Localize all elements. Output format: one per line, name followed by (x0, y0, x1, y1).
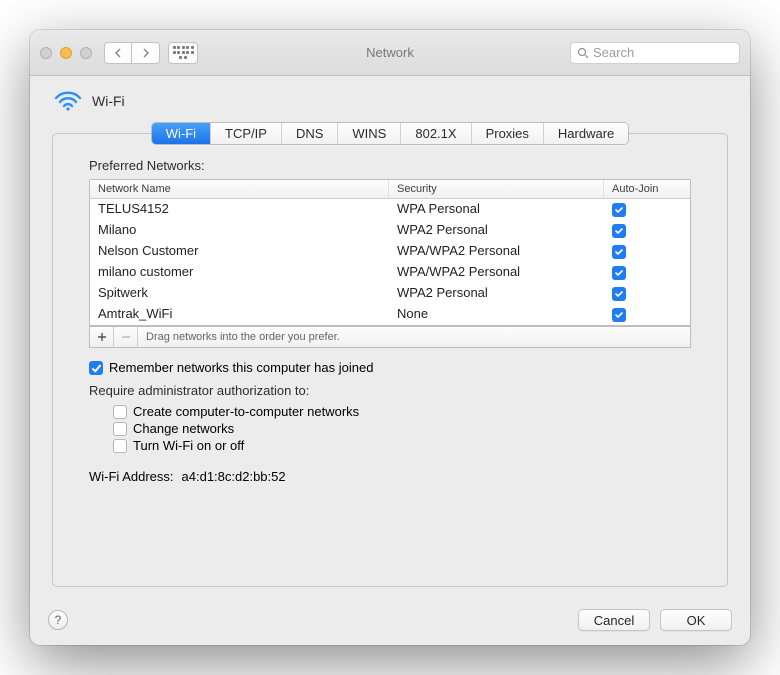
auto-join-cell (604, 262, 690, 283)
toggle-wifi-option[interactable]: Turn Wi-Fi on or off (113, 438, 691, 453)
tab-tcpip[interactable]: TCP/IP (211, 123, 282, 144)
auto-join-cell (604, 199, 690, 220)
drag-hint: Drag networks into the order you prefer. (146, 331, 340, 343)
auth-sub-options: Create computer-to-computer networks Cha… (113, 404, 691, 453)
network-name-cell: Milano (90, 220, 389, 241)
tab-dns[interactable]: DNS (282, 123, 338, 144)
cancel-button[interactable]: Cancel (578, 609, 650, 631)
page-title: Wi-Fi (92, 93, 125, 109)
network-name-cell: Nelson Customer (90, 241, 389, 262)
create-networks-checkbox[interactable] (113, 405, 127, 419)
security-cell: WPA2 Personal (389, 283, 604, 304)
table-row[interactable]: Nelson CustomerWPA/WPA2 Personal (90, 241, 690, 262)
page-header: Wi-Fi (54, 90, 728, 112)
preferred-networks-table: Network Name Security Auto-Join TELUS415… (89, 179, 691, 326)
table-row[interactable]: Amtrak_WiFiNone (90, 304, 690, 325)
tab-8021x[interactable]: 802.1X (401, 123, 471, 144)
remember-networks-label: Remember networks this computer has join… (109, 360, 373, 375)
network-name-cell: Amtrak_WiFi (90, 304, 389, 325)
minus-icon (121, 332, 131, 342)
ok-button[interactable]: OK (660, 609, 732, 631)
nav-buttons (104, 42, 160, 64)
close-window-button[interactable] (40, 47, 52, 59)
auto-join-checkbox[interactable] (612, 287, 626, 301)
table-row[interactable]: milano customerWPA/WPA2 Personal (90, 262, 690, 283)
toggle-wifi-checkbox[interactable] (113, 439, 127, 453)
forward-button[interactable] (132, 42, 160, 64)
plus-icon (97, 332, 107, 342)
remember-networks-option[interactable]: Remember networks this computer has join… (89, 360, 691, 375)
help-button[interactable]: ? (48, 610, 68, 630)
require-auth-label: Require administrator authorization to: (89, 383, 691, 398)
security-cell: WPA/WPA2 Personal (389, 241, 604, 262)
auto-join-cell (604, 283, 690, 304)
wifi-address-row: Wi-Fi Address: a4:d1:8c:d2:bb:52 (89, 469, 691, 484)
add-network-button[interactable] (90, 327, 114, 347)
column-network-name[interactable]: Network Name (90, 180, 389, 198)
tab-wifi[interactable]: Wi-Fi (152, 123, 211, 144)
wifi-panel: Preferred Networks: Network Name Securit… (52, 133, 728, 587)
security-cell: WPA Personal (389, 199, 604, 220)
tab-proxies[interactable]: Proxies (472, 123, 544, 144)
search-input[interactable]: Search (570, 42, 740, 64)
tab-wins[interactable]: WINS (338, 123, 401, 144)
table-row[interactable]: TELUS4152WPA Personal (90, 199, 690, 220)
show-all-button[interactable] (168, 42, 198, 64)
security-cell: None (389, 304, 604, 325)
minimize-window-button[interactable] (60, 47, 72, 59)
change-networks-option[interactable]: Change networks (113, 421, 691, 436)
change-networks-checkbox[interactable] (113, 422, 127, 436)
column-auto-join[interactable]: Auto-Join (604, 180, 690, 198)
table-row[interactable]: MilanoWPA2 Personal (90, 220, 690, 241)
network-name-cell: milano customer (90, 262, 389, 283)
search-icon (577, 47, 589, 59)
body: Wi-Fi Wi-FiTCP/IPDNSWINS802.1XProxiesHar… (30, 76, 750, 601)
auto-join-checkbox[interactable] (612, 245, 626, 259)
titlebar: Network Search (30, 30, 750, 76)
wifi-address-label: Wi-Fi Address: (89, 469, 174, 484)
tab-hardware[interactable]: Hardware (544, 123, 628, 144)
auto-join-cell (604, 241, 690, 262)
auto-join-checkbox[interactable] (612, 308, 626, 322)
create-networks-option[interactable]: Create computer-to-computer networks (113, 404, 691, 419)
column-security[interactable]: Security (389, 180, 604, 198)
remove-network-button[interactable] (114, 327, 138, 347)
preferred-networks-label: Preferred Networks: (89, 158, 691, 173)
toggle-wifi-label: Turn Wi-Fi on or off (133, 438, 244, 453)
network-name-cell: Spitwerk (90, 283, 389, 304)
footer: ? Cancel OK (30, 601, 750, 645)
preferences-window: Network Search Wi-Fi Wi-FiTCP/IPDNSWINS8… (30, 30, 750, 645)
auto-join-cell (604, 304, 690, 325)
table-row[interactable]: SpitwerkWPA2 Personal (90, 283, 690, 304)
wifi-icon (54, 90, 82, 112)
auto-join-cell (604, 220, 690, 241)
change-networks-label: Change networks (133, 421, 234, 436)
table-footer: Drag networks into the order you prefer. (89, 326, 691, 348)
table-header: Network Name Security Auto-Join (90, 180, 690, 199)
remember-networks-checkbox[interactable] (89, 361, 103, 375)
auto-join-checkbox[interactable] (612, 224, 626, 238)
tab-bar: Wi-FiTCP/IPDNSWINS802.1XProxiesHardware (52, 122, 728, 145)
zoom-window-button[interactable] (80, 47, 92, 59)
auto-join-checkbox[interactable] (612, 203, 626, 217)
security-cell: WPA/WPA2 Personal (389, 262, 604, 283)
security-cell: WPA2 Personal (389, 220, 604, 241)
create-networks-label: Create computer-to-computer networks (133, 404, 359, 419)
search-placeholder: Search (593, 45, 634, 60)
back-button[interactable] (104, 42, 132, 64)
traffic-lights (40, 47, 92, 59)
wifi-address-value: a4:d1:8c:d2:bb:52 (182, 469, 286, 484)
network-name-cell: TELUS4152 (90, 199, 389, 220)
auto-join-checkbox[interactable] (612, 266, 626, 280)
